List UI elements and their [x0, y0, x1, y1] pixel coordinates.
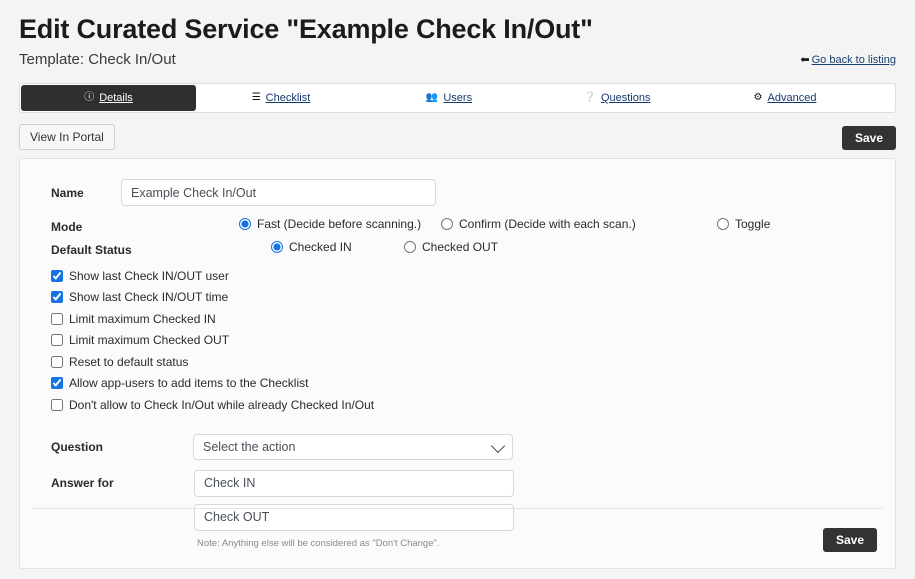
name-row: Name	[42, 177, 873, 208]
save-button-top[interactable]: Save	[841, 126, 896, 150]
tab-checklist-label: Checklist	[265, 92, 311, 104]
mode-option-confirm[interactable]: Confirm (Decide with each scan.)	[441, 217, 636, 231]
default-status-row: Default Status Checked IN Checked OUT	[42, 239, 873, 261]
tab-checklist[interactable]: ☰ Checklist	[197, 84, 365, 112]
checkbox-limit-max-checked-out[interactable]: Limit maximum Checked OUT	[51, 330, 873, 352]
mode-option-confirm-label: Confirm (Decide with each scan.)	[459, 216, 636, 231]
mode-option-toggle-label: Toggle	[735, 216, 771, 231]
tab-users-label: Users	[443, 92, 473, 104]
checkbox-dont-allow-while-already-label: Don't allow to Check In/Out while alread…	[69, 397, 375, 412]
checkbox-limit-max-checked-in[interactable]: Limit maximum Checked IN	[51, 308, 873, 330]
card-divider	[32, 508, 883, 509]
mode-radio-fast[interactable]	[239, 217, 251, 230]
checkbox-limit-max-checked-in-label: Limit maximum Checked IN	[69, 311, 216, 326]
question-select-wrapper: Select the action	[193, 434, 513, 460]
tab-questions[interactable]: ❔ Questions	[533, 84, 701, 112]
default-status-option-checked-out[interactable]: Checked OUT	[404, 240, 498, 254]
checkbox-show-last-time-input[interactable]	[51, 291, 63, 304]
save-button-bottom[interactable]: Save	[822, 528, 877, 552]
checkbox-dont-allow-while-already-input[interactable]	[51, 398, 63, 411]
checkbox-limit-max-checked-out-label: Limit maximum Checked OUT	[69, 333, 230, 348]
answer-note: Note: Anything else will be considered a…	[197, 537, 440, 549]
checkbox-allow-app-users-add-items[interactable]: Allow app-users to add items to the Chec…	[51, 373, 873, 395]
question-row: Question Select the action	[42, 433, 873, 462]
checkbox-reset-to-default-status-label: Reset to default status	[69, 354, 189, 369]
default-status-label: Default Status	[51, 243, 132, 257]
mode-option-toggle[interactable]: Toggle	[717, 217, 770, 231]
mode-label: Mode	[51, 219, 83, 234]
default-status-checked-out-label: Checked OUT	[422, 240, 499, 254]
options-checkbox-list: Show last Check IN/OUT user Show last Ch…	[42, 265, 873, 416]
tab-details-label: Details	[99, 92, 133, 104]
checkbox-show-last-time[interactable]: Show last Check IN/OUT time	[51, 287, 873, 309]
view-in-portal-button[interactable]: View In Portal	[19, 124, 115, 150]
checkbox-reset-to-default-status[interactable]: Reset to default status	[51, 351, 873, 373]
default-status-radio-checked-out[interactable]	[404, 241, 416, 253]
question-circle-icon: ❔	[583, 92, 596, 103]
info-circle-icon: ⓘ	[84, 92, 95, 103]
default-status-radio-checked-in[interactable]	[271, 241, 283, 253]
checkbox-reset-to-default-status-input[interactable]	[51, 355, 63, 368]
tab-questions-label: Questions	[600, 92, 651, 104]
answer-for-row: Answer for Note: Anything else will be c…	[42, 469, 873, 549]
name-label: Name	[51, 185, 84, 200]
checkbox-limit-max-checked-out-input[interactable]	[51, 334, 63, 347]
default-status-option-checked-in[interactable]: Checked IN	[271, 240, 352, 254]
answer-check-in-input[interactable]	[194, 469, 514, 497]
name-input[interactable]	[121, 179, 436, 206]
checkbox-show-last-time-label: Show last Check IN/OUT time	[69, 290, 229, 305]
go-back-to-listing-link[interactable]: ⬅ Go back to listing	[800, 53, 896, 66]
checkbox-allow-app-users-add-items-label: Allow app-users to add items to the Chec…	[69, 376, 309, 391]
subtitle-row: Template: Check In/Out ⬅ Go back to listi…	[19, 50, 896, 74]
checkbox-show-last-user-input[interactable]	[51, 269, 63, 282]
mode-option-fast-label: Fast (Decide before scanning.)	[257, 216, 422, 231]
default-status-checked-in-label: Checked IN	[289, 240, 352, 254]
mode-row: Mode Fast (Decide before scanning.) Conf…	[42, 214, 873, 239]
tab-bar: ⓘ Details ☰ Checklist 👥 Users ❔ Question…	[19, 83, 896, 113]
checkbox-allow-app-users-add-items-input[interactable]	[51, 377, 63, 390]
question-label: Question	[51, 440, 104, 454]
list-icon: ☰	[251, 92, 261, 103]
tab-details[interactable]: ⓘ Details	[21, 85, 196, 111]
checkbox-limit-max-checked-in-input[interactable]	[51, 312, 63, 325]
tab-advanced[interactable]: ⚙ Advanced	[701, 84, 869, 112]
details-form-card: Name Mode Fast (Decide before scanning.)…	[19, 158, 896, 569]
users-icon: 👥	[425, 92, 439, 103]
go-back-label: Go back to listing	[811, 54, 896, 66]
checkbox-dont-allow-while-already[interactable]: Don't allow to Check In/Out while alread…	[51, 394, 873, 416]
arrow-left-icon: ⬅	[800, 54, 810, 66]
mode-radio-toggle[interactable]	[717, 217, 729, 230]
checkbox-show-last-user[interactable]: Show last Check IN/OUT user	[51, 265, 873, 287]
template-subtitle: Template: Check In/Out	[19, 51, 176, 68]
checkbox-show-last-user-label: Show last Check IN/OUT user	[69, 268, 229, 283]
cogs-icon: ⚙	[753, 92, 763, 103]
page-title: Edit Curated Service "Example Check In/O…	[19, 14, 593, 44]
mode-option-fast[interactable]: Fast (Decide before scanning.)	[239, 217, 421, 231]
toolbar: View In Portal Save	[19, 124, 896, 156]
answer-for-label: Answer for	[51, 475, 114, 490]
tab-users[interactable]: 👥 Users	[365, 84, 533, 112]
answer-inputs: Note: Anything else will be considered a…	[194, 469, 514, 549]
question-select[interactable]: Select the action	[193, 434, 513, 460]
tab-advanced-label: Advanced	[767, 92, 817, 104]
page-root: Edit Curated Service "Example Check In/O…	[0, 0, 915, 579]
mode-radio-confirm[interactable]	[441, 217, 453, 230]
